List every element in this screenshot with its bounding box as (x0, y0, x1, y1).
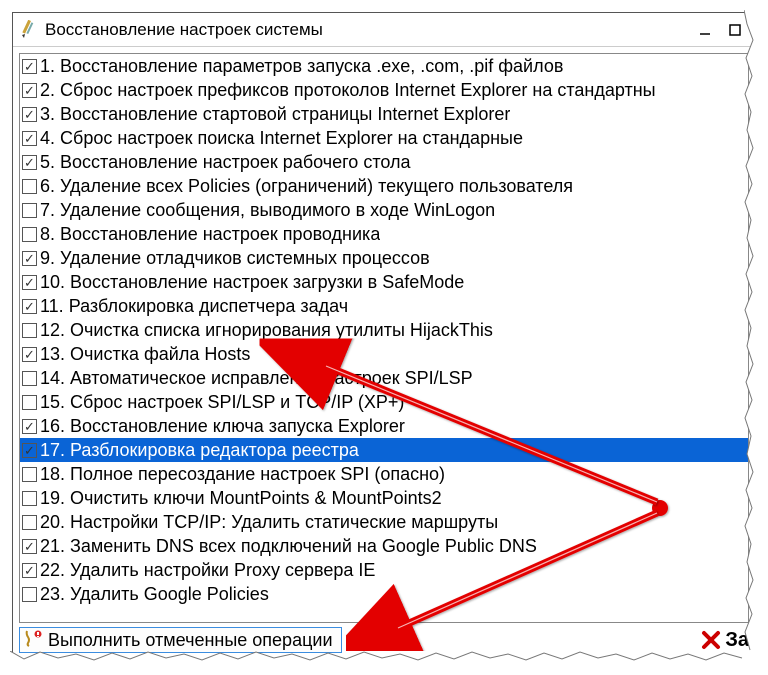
item-label: 10. Восстановление настроек загрузки в S… (40, 272, 464, 293)
list-item[interactable]: 21. Заменить DNS всех подключений на Goo… (20, 534, 748, 558)
item-label: 17. Разблокировка редактора реестра (40, 440, 359, 461)
list-item[interactable]: 14. Автоматическое исправление настроек … (20, 366, 748, 390)
item-checkbox[interactable] (22, 371, 37, 386)
item-label: 7. Удаление сообщения, выводимого в ходе… (40, 200, 495, 221)
window-title: Восстановление настроек системы (45, 20, 689, 40)
item-checkbox[interactable] (22, 83, 37, 98)
item-label: 15. Сброс настроек SPI/LSP и TCP/IP (XP+… (40, 392, 404, 413)
item-checkbox[interactable] (22, 227, 37, 242)
item-label: 3. Восстановление стартовой страницы Int… (40, 104, 510, 125)
item-checkbox[interactable] (22, 323, 37, 338)
item-checkbox[interactable] (22, 155, 37, 170)
item-checkbox[interactable] (22, 131, 37, 146)
item-label: 9. Удаление отладчиков системных процесс… (40, 248, 430, 269)
list-item[interactable]: 13. Очистка файла Hosts (20, 342, 748, 366)
list-item[interactable]: 1. Восстановление параметров запуска .ex… (20, 54, 748, 78)
list-item[interactable]: 11. Разблокировка диспетчера задач (20, 294, 748, 318)
list-item[interactable]: 9. Удаление отладчиков системных процесс… (20, 246, 748, 270)
bottom-toolbar: Выполнить отмеченные операции За (19, 625, 749, 655)
item-checkbox[interactable] (22, 59, 37, 74)
item-checkbox[interactable] (22, 107, 37, 122)
item-label: 1. Восстановление параметров запуска .ex… (40, 56, 563, 77)
titlebar: Восстановление настроек системы (13, 13, 755, 47)
close-icon (701, 630, 721, 650)
item-checkbox[interactable] (22, 515, 37, 530)
list-item[interactable]: 20. Настройки TCP/IP: Удалить статически… (20, 510, 748, 534)
item-label: 12. Очистка списка игнорирования утилиты… (40, 320, 493, 341)
item-label: 11. Разблокировка диспетчера задач (40, 296, 348, 317)
item-checkbox[interactable] (22, 467, 37, 482)
script-icon (24, 629, 44, 652)
list-item[interactable]: 19. Очистить ключи MountPoints & MountPo… (20, 486, 748, 510)
item-checkbox[interactable] (22, 491, 37, 506)
list-item[interactable]: 7. Удаление сообщения, выводимого в ходе… (20, 198, 748, 222)
list-item[interactable]: 6. Удаление всех Policies (ограничений) … (20, 174, 748, 198)
item-checkbox[interactable] (22, 203, 37, 218)
item-label: 2. Сброс настроек префиксов протоколов I… (40, 80, 656, 101)
item-checkbox[interactable] (22, 443, 37, 458)
item-checkbox[interactable] (22, 563, 37, 578)
list-item[interactable]: 2. Сброс настроек префиксов протоколов I… (20, 78, 748, 102)
window-frame: Восстановление настроек системы 1. Восст… (12, 12, 756, 662)
list-item[interactable]: 4. Сброс настроек поиска Internet Explor… (20, 126, 748, 150)
close-button-label: За (725, 629, 749, 652)
item-label: 20. Настройки TCP/IP: Удалить статически… (40, 512, 498, 533)
list-item[interactable]: 5. Восстановление настроек рабочего стол… (20, 150, 748, 174)
app-icon (19, 20, 39, 40)
item-label: 4. Сброс настроек поиска Internet Explor… (40, 128, 523, 149)
list-item[interactable]: 15. Сброс настроек SPI/LSP и TCP/IP (XP+… (20, 390, 748, 414)
item-checkbox[interactable] (22, 179, 37, 194)
list-item[interactable]: 23. Удалить Google Policies (20, 582, 748, 606)
item-label: 8. Восстановление настроек проводника (40, 224, 380, 245)
item-checkbox[interactable] (22, 587, 37, 602)
item-label: 6. Удаление всех Policies (ограничений) … (40, 176, 573, 197)
list-item[interactable]: 10. Восстановление настроек загрузки в S… (20, 270, 748, 294)
close-button[interactable]: За (701, 629, 749, 652)
run-button-label: Выполнить отмеченные операции (48, 630, 333, 651)
item-checkbox[interactable] (22, 419, 37, 434)
item-checkbox[interactable] (22, 251, 37, 266)
item-label: 5. Восстановление настроек рабочего стол… (40, 152, 411, 173)
list-item[interactable]: 17. Разблокировка редактора реестра (20, 438, 748, 462)
item-label: 16. Восстановление ключа запуска Explore… (40, 416, 405, 437)
item-label: 19. Очистить ключи MountPoints & MountPo… (40, 488, 442, 509)
list-item[interactable]: 18. Полное пересоздание настроек SPI (оп… (20, 462, 748, 486)
list-item[interactable]: 8. Восстановление настроек проводника (20, 222, 748, 246)
maximize-button[interactable] (721, 20, 749, 40)
settings-list[interactable]: 1. Восстановление параметров запуска .ex… (19, 53, 749, 623)
minimize-button[interactable] (691, 20, 719, 40)
item-checkbox[interactable] (22, 395, 37, 410)
item-label: 22. Удалить настройки Proxy сервера IE (40, 560, 375, 581)
item-label: 14. Автоматическое исправление настроек … (40, 368, 473, 389)
list-item[interactable]: 16. Восстановление ключа запуска Explore… (20, 414, 748, 438)
item-checkbox[interactable] (22, 347, 37, 362)
item-label: 23. Удалить Google Policies (40, 584, 269, 605)
item-label: 13. Очистка файла Hosts (40, 344, 250, 365)
item-checkbox[interactable] (22, 539, 37, 554)
item-checkbox[interactable] (22, 275, 37, 290)
item-label: 18. Полное пересоздание настроек SPI (оп… (40, 464, 445, 485)
item-checkbox[interactable] (22, 299, 37, 314)
list-item[interactable]: 3. Восстановление стартовой страницы Int… (20, 102, 748, 126)
list-item[interactable]: 12. Очистка списка игнорирования утилиты… (20, 318, 748, 342)
run-selected-button[interactable]: Выполнить отмеченные операции (19, 627, 342, 653)
list-item[interactable]: 22. Удалить настройки Proxy сервера IE (20, 558, 748, 582)
item-label: 21. Заменить DNS всех подключений на Goo… (40, 536, 537, 557)
